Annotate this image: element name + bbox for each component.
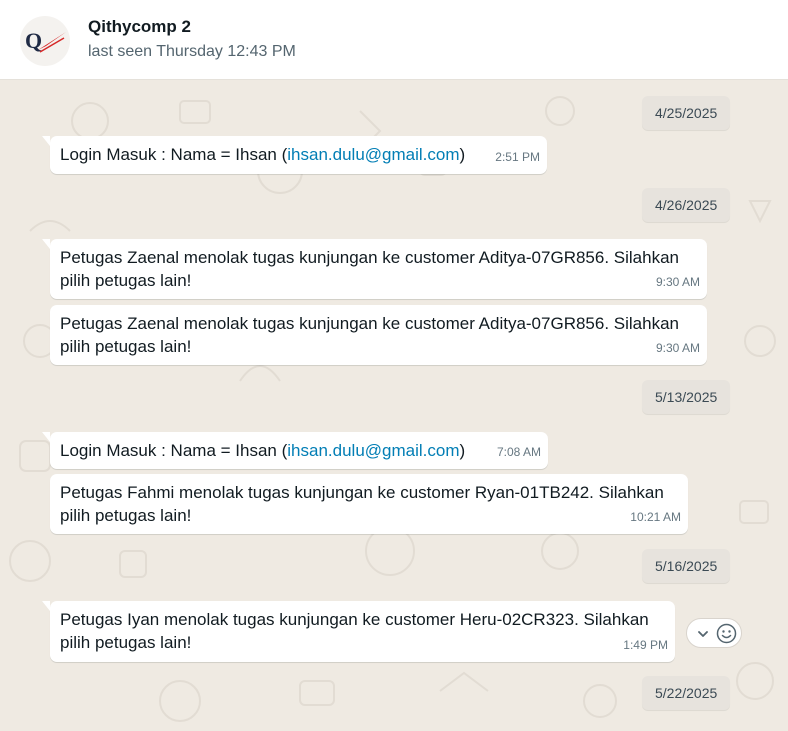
date-separator: 5/13/2025 — [642, 380, 731, 414]
message-bubble[interactable]: Login Masuk : Nama = Ihsan (ihsan.dulu@g… — [42, 136, 547, 174]
message-bubble[interactable]: Petugas Zaenal menolak tugas kunjungan k… — [50, 305, 707, 365]
message-actions — [686, 618, 742, 648]
message-text: Login Masuk : Nama = Ihsan ( — [60, 145, 288, 164]
date-separator: 4/26/2025 — [642, 188, 731, 222]
message-time: 10:21 AM — [630, 510, 681, 524]
message-list[interactable]: 4/25/2025 4/26/2025 5/13/2025 5/16/2025 … — [0, 81, 788, 731]
chevron-down-icon[interactable] — [696, 627, 710, 646]
date-separator: 4/25/2025 — [642, 96, 731, 130]
chat-header[interactable]: Q Qithycomp 2 last seen Thursday 12:43 P… — [0, 0, 788, 80]
bubble-tail — [42, 601, 50, 611]
contact-name[interactable]: Qithycomp 2 — [88, 17, 191, 37]
message-bubble[interactable]: Petugas Zaenal menolak tugas kunjungan k… — [42, 239, 707, 299]
message-text: pilih petugas lain! — [60, 506, 192, 525]
bubble-tail — [42, 432, 50, 442]
message-text: ) — [459, 441, 466, 460]
message-bubble[interactable]: Petugas Iyan menolak tugas kunjungan ke … — [42, 601, 675, 662]
email-link[interactable]: ihsan.dulu@gmail.com — [287, 145, 459, 164]
message-text: ) — [459, 145, 466, 164]
date-separator: 5/22/2025 — [642, 676, 731, 710]
message-time: 9:30 AM — [655, 275, 700, 289]
message-time: 1:49 PM — [623, 638, 668, 652]
logo-letter: Q — [25, 28, 42, 53]
qithycomp-logo-icon: Q — [25, 28, 66, 53]
last-seen-status: last seen Thursday 12:43 PM — [88, 43, 296, 60]
bubble-tail — [42, 136, 50, 146]
message-bubble[interactable]: Petugas Fahmi menolak tugas kunjungan ke… — [50, 474, 688, 534]
contact-avatar[interactable]: Q — [20, 16, 70, 66]
message-bubble[interactable]: Login Masuk : Nama = Ihsan (ihsan.dulu@g… — [42, 432, 548, 469]
email-link[interactable]: ihsan.dulu@gmail.com — [287, 441, 459, 460]
message-text: Petugas Zaenal menolak tugas kunjungan k… — [60, 314, 679, 333]
message-text: pilih petugas lain! — [60, 337, 192, 356]
message-text: Login Masuk : Nama = Ihsan ( — [60, 441, 288, 460]
message-text: pilih petugas lain! — [60, 271, 192, 290]
smiley-icon[interactable] — [716, 623, 737, 649]
message-time: 7:08 AM — [496, 445, 541, 459]
message-text: Petugas Iyan menolak tugas kunjungan ke … — [60, 610, 649, 629]
date-separator: 5/16/2025 — [642, 549, 731, 583]
bubble-tail — [42, 239, 50, 249]
message-time: 9:30 AM — [655, 341, 700, 355]
message-time: 2:51 PM — [495, 150, 540, 164]
message-text: Petugas Fahmi menolak tugas kunjungan ke… — [60, 483, 664, 502]
message-text: Petugas Zaenal menolak tugas kunjungan k… — [60, 248, 679, 267]
message-text: pilih petugas lain! — [60, 633, 192, 652]
